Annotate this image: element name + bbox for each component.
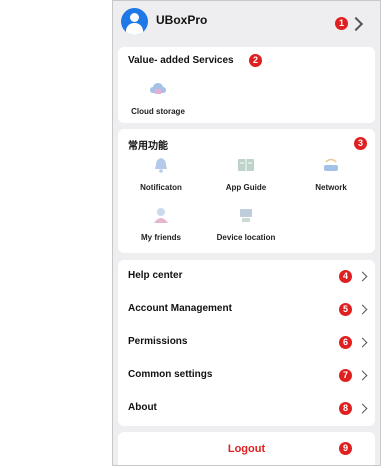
chevron-right-icon	[357, 403, 368, 414]
bell-icon	[155, 158, 167, 173]
annotation-badge-4: 4	[339, 270, 352, 283]
section-title-common: 常用功能	[128, 141, 168, 152]
tile-label: Notificaton	[140, 183, 182, 192]
value-added-services-card: Value- added Services 2 Cloud storage	[118, 47, 375, 123]
tile-label: Network	[315, 183, 347, 192]
annotation-badge-2: 2	[249, 54, 262, 67]
annotation-badge-6: 6	[339, 336, 352, 349]
location-icon	[240, 209, 252, 222]
router-icon	[324, 158, 338, 171]
tile-label: App Guide	[225, 183, 267, 192]
menu-item-label: Permissions	[128, 336, 188, 347]
section-title-value-added: Value- added Services	[128, 55, 234, 66]
chevron-right-icon	[357, 271, 368, 282]
tile-cloud-storage[interactable]: Cloud storage	[118, 81, 198, 116]
cloud-storage-icon	[150, 83, 166, 94]
menu-item-account-management[interactable]: Account Management 5	[118, 293, 375, 326]
menu-item-label: Account Management	[128, 303, 232, 314]
common-functions-card: 常用功能 3 Notificaton App Guide Network My …	[118, 129, 375, 253]
chevron-right-icon	[357, 337, 368, 348]
menu-item-label: Help center	[128, 270, 183, 281]
annotation-badge-5: 5	[339, 303, 352, 316]
tile-label: Device location	[216, 233, 276, 242]
settings-menu-card: Help center 4 Account Management 5 Permi…	[118, 260, 375, 426]
tile-device-location[interactable]: Device location	[206, 207, 286, 242]
tile-notification[interactable]: Notificaton	[121, 157, 201, 192]
menu-item-label: Common settings	[128, 369, 213, 380]
annotation-badge-7: 7	[339, 369, 352, 382]
avatar-icon[interactable]	[121, 8, 148, 35]
phone-screen: UBoxPro 1 Value- added Services 2 Cloud …	[112, 0, 381, 466]
menu-item-about[interactable]: About 8	[118, 392, 375, 425]
menu-item-permissions[interactable]: Permissions 6	[118, 326, 375, 359]
tile-my-friends[interactable]: My friends	[121, 207, 201, 242]
tile-network[interactable]: Network	[291, 157, 371, 192]
menu-item-help-center[interactable]: Help center 4	[118, 260, 375, 293]
chevron-right-icon	[357, 370, 368, 381]
annotation-badge-3: 3	[354, 137, 367, 150]
friends-icon	[154, 208, 168, 223]
menu-item-label: About	[128, 402, 157, 413]
profile-header[interactable]: UBoxPro 1	[113, 1, 380, 46]
app-name: UBoxPro	[156, 13, 208, 27]
book-icon	[238, 159, 254, 171]
logout-button[interactable]: Logout 9	[118, 432, 375, 465]
tile-label: My friends	[140, 233, 181, 242]
chevron-right-icon	[357, 304, 368, 315]
annotation-badge-8: 8	[339, 402, 352, 415]
annotation-badge-1: 1	[335, 17, 348, 30]
logout-label: Logout	[227, 443, 266, 455]
annotation-badge-9: 9	[339, 442, 352, 455]
tile-app-guide[interactable]: App Guide	[206, 157, 286, 192]
tile-label: Cloud storage	[131, 107, 185, 116]
chevron-right-icon[interactable]	[348, 16, 364, 32]
menu-item-common-settings[interactable]: Common settings 7	[118, 359, 375, 392]
